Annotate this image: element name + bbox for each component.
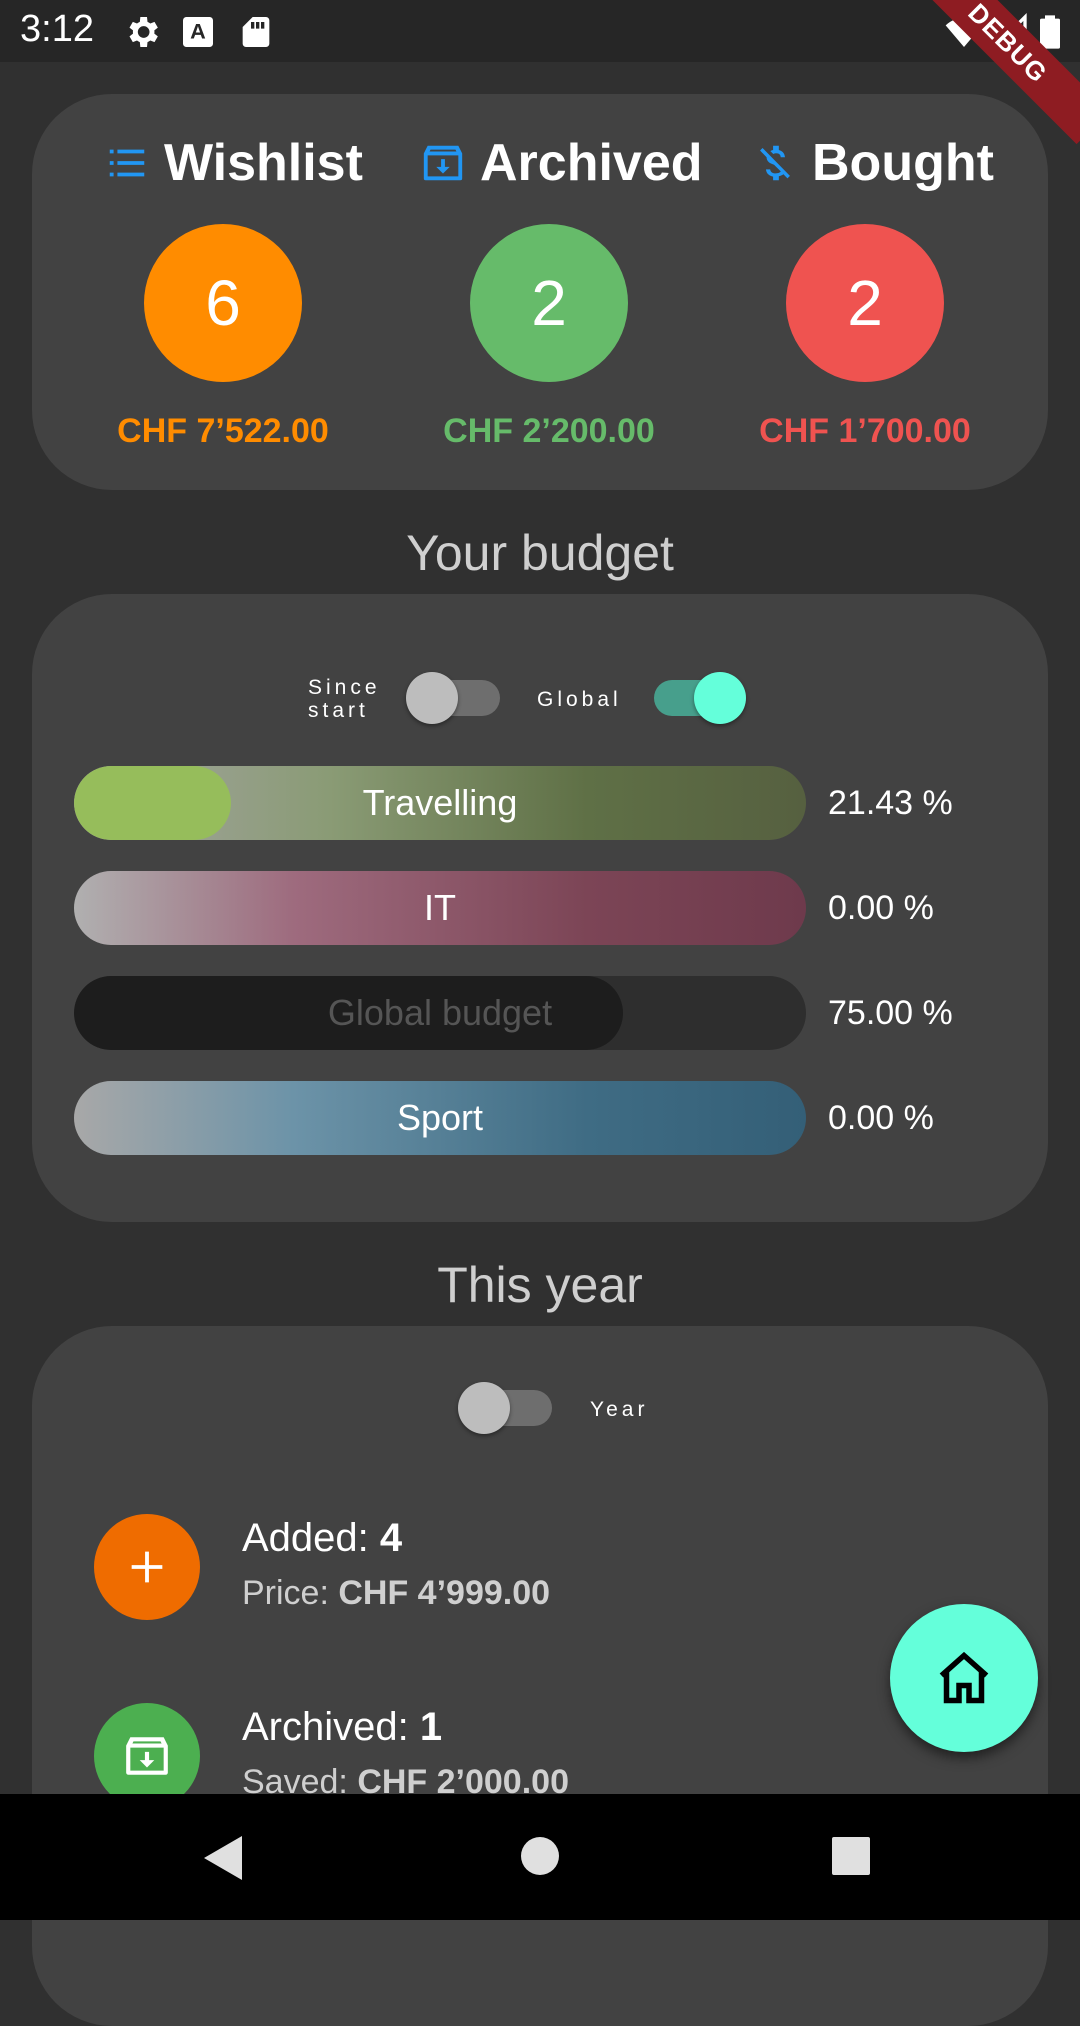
wishlist-count[interactable]: 6 (144, 224, 302, 382)
bought-count[interactable]: 2 (786, 224, 944, 382)
tab-archived[interactable]: Archived (420, 132, 703, 194)
archived-amount: CHF 2’200.00 (443, 412, 655, 450)
home-fab[interactable] (890, 1604, 1038, 1752)
tab-bought[interactable]: Bought (752, 132, 994, 194)
budget-bar-global[interactable]: Global budget (74, 976, 806, 1050)
budget-bar-label: Travelling (362, 782, 518, 823)
sd-card-icon (242, 17, 270, 47)
bought-amount: CHF 1’700.00 (759, 412, 971, 450)
budget-bar-label: IT (424, 887, 456, 928)
since-start-switch[interactable] (406, 672, 504, 724)
budget-bar-sport[interactable]: Sport (74, 1081, 806, 1155)
plus-icon (131, 1551, 163, 1583)
year-label: Year (590, 1398, 649, 1421)
tab-wishlist[interactable]: Wishlist (104, 132, 363, 194)
home-circle-icon[interactable] (520, 1836, 560, 1876)
budget-title: Your budget (406, 525, 674, 581)
archive-icon (126, 1737, 168, 1775)
system-nav-bar (0, 1794, 1080, 1920)
year-switch[interactable] (458, 1382, 556, 1434)
back-icon[interactable] (202, 1834, 246, 1882)
budget-bar-it[interactable]: IT (74, 871, 806, 945)
added-price: Price: CHF 4’999.00 (242, 1574, 551, 1612)
settings-icon (129, 17, 158, 47)
money-off-icon (760, 145, 790, 181)
budget-card: Since start Global Travelling 21.43 % IT… (32, 594, 1048, 1222)
tab-bought-label: Bought (812, 134, 994, 192)
budget-percent-travelling: 21.43 % (828, 784, 953, 822)
budget-percent-it: 0.00 % (828, 889, 934, 927)
archived-count[interactable]: 2 (470, 224, 628, 382)
archive-icon (423, 145, 463, 181)
list-icon (109, 149, 145, 177)
status-bar: 3:12 A DEBUG (0, 0, 1080, 145)
global-switch[interactable] (648, 672, 746, 724)
budget-bar-label: Global budget (327, 992, 553, 1033)
this-year-title: This year (437, 1257, 643, 1313)
svg-text:A: A (190, 19, 206, 44)
archived-title: Archived: 1 (242, 1705, 443, 1749)
tab-archived-label: Archived (480, 134, 703, 192)
keyboard-a-icon: A (183, 17, 213, 47)
wishlist-amount: CHF 7’522.00 (117, 412, 329, 450)
since-start-label: Since start (308, 676, 381, 722)
budget-bar-label: Sport (396, 1097, 484, 1138)
recents-icon[interactable] (831, 1836, 871, 1876)
home-icon (939, 1651, 989, 1704)
budget-bar-travelling[interactable]: Travelling (74, 766, 806, 840)
global-label: Global (537, 688, 622, 711)
budget-percent-sport: 0.00 % (828, 1099, 934, 1137)
added-title: Added: 4 (242, 1516, 403, 1560)
budget-percent-global: 75.00 % (828, 994, 953, 1032)
status-time: 3:12 (20, 8, 94, 50)
summary-card: Wishlist Archived Bought 6 2 2 CHF 7’522… (32, 94, 1048, 490)
tab-wishlist-label: Wishlist (164, 134, 363, 192)
added-button[interactable] (94, 1514, 200, 1620)
